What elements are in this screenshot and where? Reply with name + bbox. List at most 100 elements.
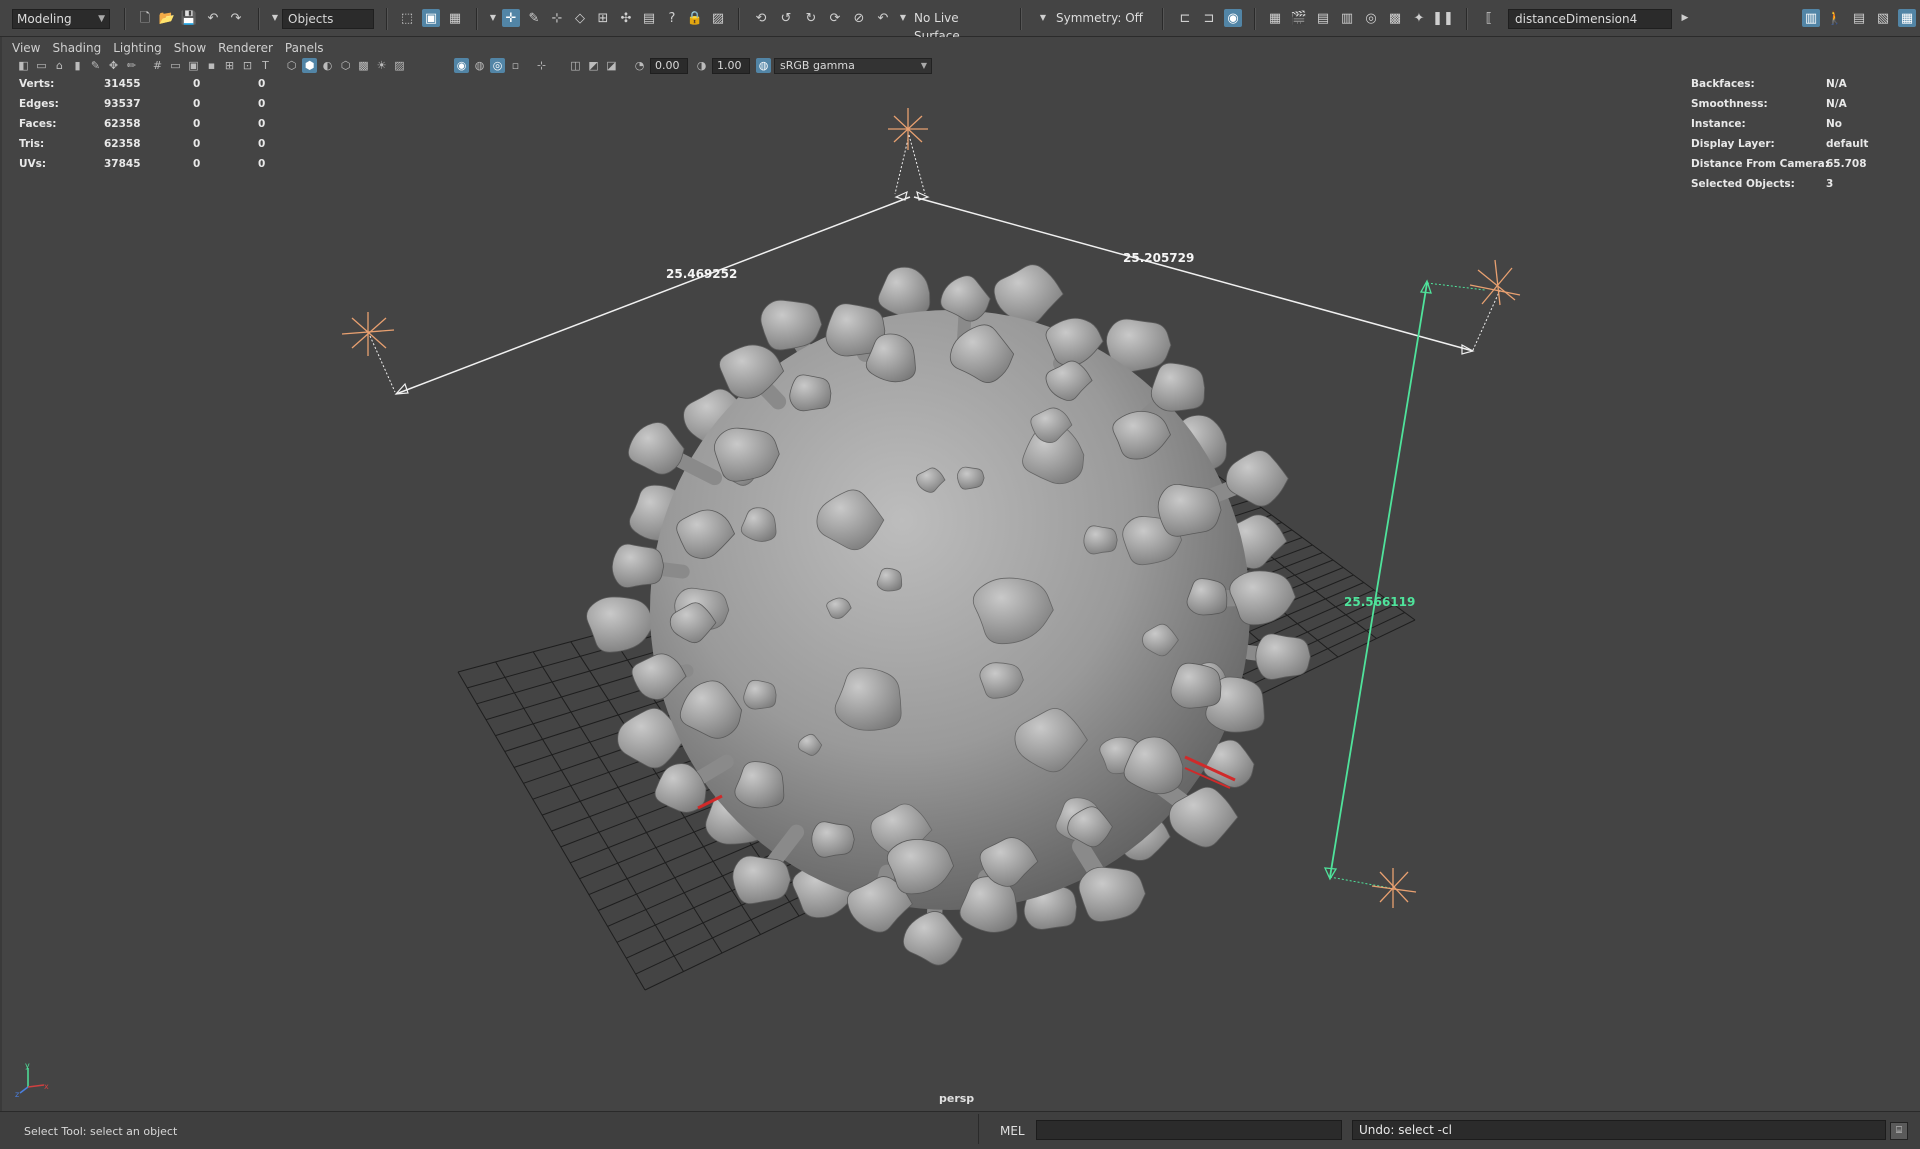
- divider: [1162, 8, 1164, 30]
- character-controls-icon[interactable]: 🚶: [1826, 9, 1844, 27]
- paint-select-icon[interactable]: ↺: [777, 9, 795, 27]
- chevron-right-icon[interactable]: ▶: [1676, 9, 1694, 27]
- locator-bottom[interactable]: [1371, 868, 1417, 908]
- snap-to-magnet-icon[interactable]: ?: [663, 9, 681, 27]
- spike-head: [1186, 578, 1228, 616]
- construction-history-icon[interactable]: ↶: [874, 9, 892, 27]
- attribute-editor-icon[interactable]: ▦: [1898, 9, 1916, 27]
- locator-right[interactable]: [1469, 259, 1521, 306]
- pause-icon[interactable]: ❚❚: [1432, 9, 1454, 27]
- surface-blob: [1083, 525, 1118, 555]
- ipr-render-icon[interactable]: ▤: [1314, 9, 1332, 27]
- divider: [1254, 8, 1256, 30]
- new-scene-icon[interactable]: 🗋: [136, 9, 154, 27]
- spike-head: [732, 855, 792, 905]
- menu-set-label: Modeling: [17, 12, 72, 26]
- view-axis-gizmo: y x z: [15, 1061, 49, 1099]
- snap-to-view-plane-icon[interactable]: ◇: [571, 9, 589, 27]
- dimension-label-vertical: 25.566119: [1344, 595, 1415, 609]
- output-ops-icon[interactable]: ⊐: [1200, 9, 1218, 27]
- spike-head: [611, 543, 665, 588]
- arrow-icon: [894, 190, 908, 201]
- chevron-down-icon: ▼: [98, 14, 105, 24]
- script-language-toggle[interactable]: MEL: [1000, 1124, 1025, 1138]
- spike-head: [1229, 570, 1296, 626]
- spike-head: [628, 422, 685, 475]
- spike-head: [789, 374, 832, 412]
- channel-box-icon[interactable]: ▤: [1850, 9, 1868, 27]
- snap-to-surface-icon[interactable]: ⊞: [594, 9, 612, 27]
- spike-head: [760, 299, 823, 351]
- locator-top[interactable]: [888, 108, 928, 150]
- status-line: Modeling ▼ 🗋 📂 💾 ↶ ↷ ▼ Objects ⬚ ▣ ▦ ▼ ✛…: [0, 0, 1920, 43]
- command-input[interactable]: [1036, 1120, 1342, 1140]
- soft-select-icon[interactable]: ↻: [802, 9, 820, 27]
- camera-name-label: persp: [939, 1092, 975, 1105]
- render-icon[interactable]: 🎬: [1290, 9, 1308, 27]
- rename-field[interactable]: distanceDimension4: [1508, 9, 1672, 29]
- spike-head: [1157, 483, 1222, 537]
- redo-icon[interactable]: ↷: [227, 9, 245, 27]
- reflect-select-icon[interactable]: ⟳: [826, 9, 844, 27]
- spike-head: [811, 821, 855, 858]
- make-live-icon[interactable]: ▨: [709, 9, 727, 27]
- select-by-hierarchy-icon[interactable]: ⬚: [398, 9, 416, 27]
- spike-head: [903, 911, 963, 966]
- svg-text:x: x: [44, 1082, 49, 1091]
- show-manipulator-icon[interactable]: ◉: [1224, 9, 1242, 27]
- dimension-label-right: 25.205729: [1123, 251, 1194, 265]
- snap-to-curve-icon[interactable]: ✎: [525, 9, 543, 27]
- save-scene-icon[interactable]: 💾: [180, 9, 198, 27]
- script-editor-icon[interactable]: ⌸: [1890, 1122, 1908, 1140]
- hypershade-icon[interactable]: ◎: [1362, 9, 1380, 27]
- help-line: Select Tool: select an object: [24, 1125, 178, 1138]
- command-result: Undo: select -cl: [1352, 1120, 1886, 1140]
- undo-icon[interactable]: ↶: [204, 9, 222, 27]
- divider: [1020, 8, 1022, 30]
- svg-text:y: y: [25, 1061, 30, 1070]
- spike-head: [1255, 633, 1311, 680]
- surface-blob: [876, 567, 903, 592]
- divider: [476, 8, 478, 30]
- scene-canvas[interactable]: 25.469252 25.205729 25.566119 y x z: [0, 37, 1920, 1111]
- live-surface-field[interactable]: No Live Surface: [908, 9, 1008, 43]
- snap-to-projected-center-icon[interactable]: ✣: [617, 9, 635, 27]
- snap-to-point-icon[interactable]: ⊹: [548, 9, 566, 27]
- render-view-icon[interactable]: ▦: [1266, 9, 1284, 27]
- selection-mask-select[interactable]: Objects: [282, 9, 374, 29]
- input-ops-icon[interactable]: ⊏: [1176, 9, 1194, 27]
- render-setup-icon[interactable]: ▩: [1386, 9, 1404, 27]
- surface-blob: [743, 679, 777, 710]
- menu-set-select[interactable]: Modeling ▼: [12, 9, 110, 29]
- divider: [124, 8, 126, 30]
- snap-to-edge-icon[interactable]: ▤: [640, 9, 658, 27]
- rename-toggle-icon[interactable]: ⟦: [1480, 9, 1498, 27]
- symmetry-field[interactable]: Symmetry: Off: [1050, 9, 1150, 29]
- locator-left[interactable]: [341, 312, 395, 356]
- divider: [258, 8, 260, 30]
- open-scene-icon[interactable]: 📂: [158, 9, 176, 27]
- select-by-component-icon[interactable]: ▦: [446, 9, 464, 27]
- spike-head: [1150, 362, 1206, 412]
- modeling-toolkit-icon[interactable]: ▥: [1802, 9, 1820, 27]
- selection-mask-label: Objects: [288, 12, 334, 26]
- light-editor-icon[interactable]: ✦: [1410, 9, 1428, 27]
- lasso-select-icon[interactable]: ⟲: [752, 9, 770, 27]
- dimension-label-left: 25.469252: [666, 267, 737, 281]
- distance-dimension-vertical[interactable]: [1323, 279, 1486, 889]
- spike-head: [877, 266, 931, 318]
- arrow-icon: [916, 190, 930, 201]
- select-by-object-icon[interactable]: ▣: [422, 9, 440, 27]
- lock-icon[interactable]: 🔒: [686, 9, 704, 27]
- spike-head: [1170, 662, 1222, 709]
- divider: [978, 1114, 979, 1144]
- divider: [738, 8, 740, 30]
- spike-head: [586, 596, 655, 653]
- tweak-select-icon[interactable]: ⊘: [850, 9, 868, 27]
- render-settings-icon[interactable]: ▥: [1338, 9, 1356, 27]
- spike-head: [1078, 866, 1146, 922]
- snap-to-grid-icon[interactable]: ✛: [502, 9, 520, 27]
- svg-text:z: z: [15, 1090, 19, 1099]
- tool-settings-icon[interactable]: ▧: [1874, 9, 1892, 27]
- chevron-down-icon[interactable]: ▼: [484, 9, 502, 27]
